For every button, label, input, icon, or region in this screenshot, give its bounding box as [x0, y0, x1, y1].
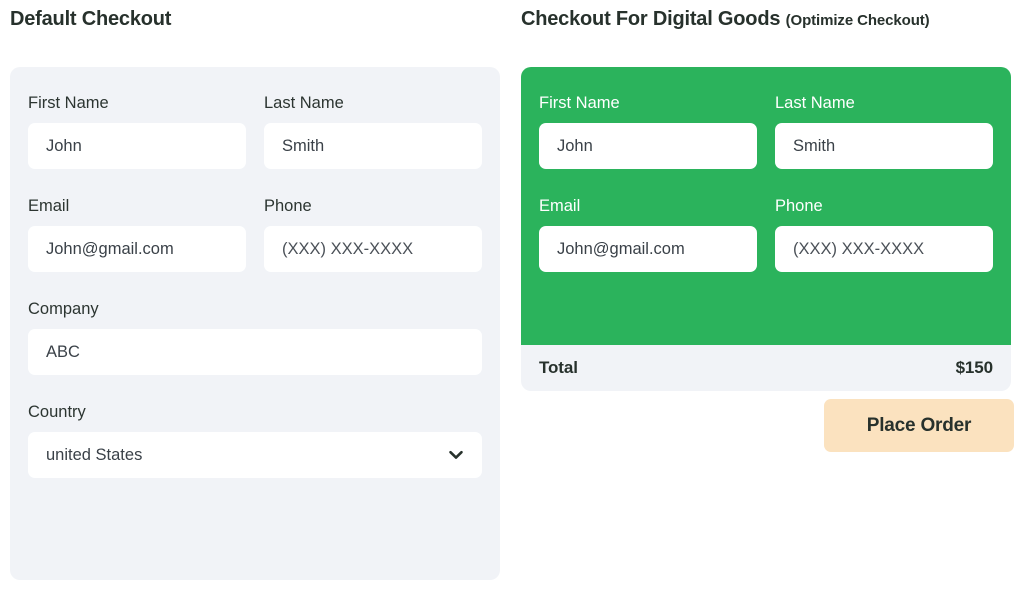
- company-input[interactable]: ABC: [28, 329, 482, 375]
- phone-field: Phone (XXX) XXX-XXXX: [264, 196, 482, 272]
- company-field: Company ABC: [28, 299, 482, 375]
- last-name-input[interactable]: Smith: [264, 123, 482, 169]
- total-amount: $150: [955, 358, 994, 377]
- first-name-label: First Name: [539, 94, 620, 112]
- country-value: united States: [46, 445, 143, 464]
- phone-label: Phone: [775, 197, 823, 215]
- email-input[interactable]: John@gmail.com: [539, 226, 757, 272]
- email-value: John@gmail.com: [46, 239, 174, 258]
- row-spacer: [28, 272, 482, 299]
- country-field: Country united States: [28, 402, 482, 478]
- default-checkout-heading-text: Default Checkout: [10, 8, 172, 30]
- phone-placeholder: (XXX) XXX-XXXX: [793, 239, 925, 258]
- first-name-label: First Name: [28, 94, 109, 112]
- email-label: Email: [539, 197, 581, 215]
- phone-field: Phone (XXX) XXX-XXXX: [775, 196, 993, 272]
- checkout-comparison-page: Default Checkout Checkout For Digital Go…: [0, 0, 1024, 592]
- email-value: John@gmail.com: [557, 239, 685, 258]
- default-checkout-form: First Name John Last Name Smith Email Jo…: [28, 93, 482, 478]
- row-spacer: [28, 169, 482, 196]
- country-row: Country united States: [28, 402, 482, 478]
- company-row: Company ABC: [28, 299, 482, 375]
- first-name-field: First Name John: [539, 93, 757, 169]
- order-total-row: Total $150: [521, 345, 1011, 391]
- last-name-label: Last Name: [264, 94, 344, 112]
- email-input[interactable]: John@gmail.com: [28, 226, 246, 272]
- first-name-value: John: [46, 136, 82, 155]
- phone-input[interactable]: (XXX) XXX-XXXX: [264, 226, 482, 272]
- country-label: Country: [28, 403, 86, 421]
- first-name-field: First Name John: [28, 93, 246, 169]
- email-label: Email: [28, 197, 70, 215]
- optimized-checkout-heading-text: Checkout For Digital Goods: [521, 8, 781, 30]
- phone-input[interactable]: (XXX) XXX-XXXX: [775, 226, 993, 272]
- last-name-value: Smith: [282, 136, 325, 155]
- optimized-checkout-card: First Name John Last Name Smith Email Jo…: [521, 67, 1011, 345]
- name-row: First Name John Last Name Smith: [28, 93, 482, 169]
- total-label: Total: [539, 358, 578, 377]
- phone-label: Phone: [264, 197, 312, 215]
- optimized-checkout-heading: Checkout For Digital Goods (Optimize Che…: [521, 8, 930, 31]
- phone-placeholder: (XXX) XXX-XXXX: [282, 239, 414, 258]
- row-spacer: [28, 375, 482, 402]
- email-field: Email John@gmail.com: [28, 196, 246, 272]
- first-name-input[interactable]: John: [28, 123, 246, 169]
- country-select[interactable]: united States: [28, 432, 482, 478]
- first-name-input[interactable]: John: [539, 123, 757, 169]
- last-name-value: Smith: [793, 136, 836, 155]
- name-row: First Name John Last Name Smith: [539, 93, 993, 169]
- contact-row: Email John@gmail.com Phone (XXX) XXX-XXX…: [539, 196, 993, 272]
- default-checkout-card: First Name John Last Name Smith Email Jo…: [10, 67, 500, 580]
- first-name-value: John: [557, 136, 593, 155]
- company-label: Company: [28, 300, 99, 318]
- default-checkout-heading: Default Checkout: [10, 8, 171, 31]
- place-order-button[interactable]: Place Order: [824, 399, 1014, 452]
- chevron-down-icon: [446, 445, 466, 465]
- row-spacer: [539, 169, 993, 196]
- company-value: ABC: [46, 342, 80, 361]
- contact-row: Email John@gmail.com Phone (XXX) XXX-XXX…: [28, 196, 482, 272]
- last-name-label: Last Name: [775, 94, 855, 112]
- last-name-field: Last Name Smith: [264, 93, 482, 169]
- last-name-input[interactable]: Smith: [775, 123, 993, 169]
- optimized-checkout-heading-suffix: (Optimize Checkout): [785, 12, 930, 29]
- last-name-field: Last Name Smith: [775, 93, 993, 169]
- optimized-checkout-form: First Name John Last Name Smith Email Jo…: [539, 93, 993, 272]
- email-field: Email John@gmail.com: [539, 196, 757, 272]
